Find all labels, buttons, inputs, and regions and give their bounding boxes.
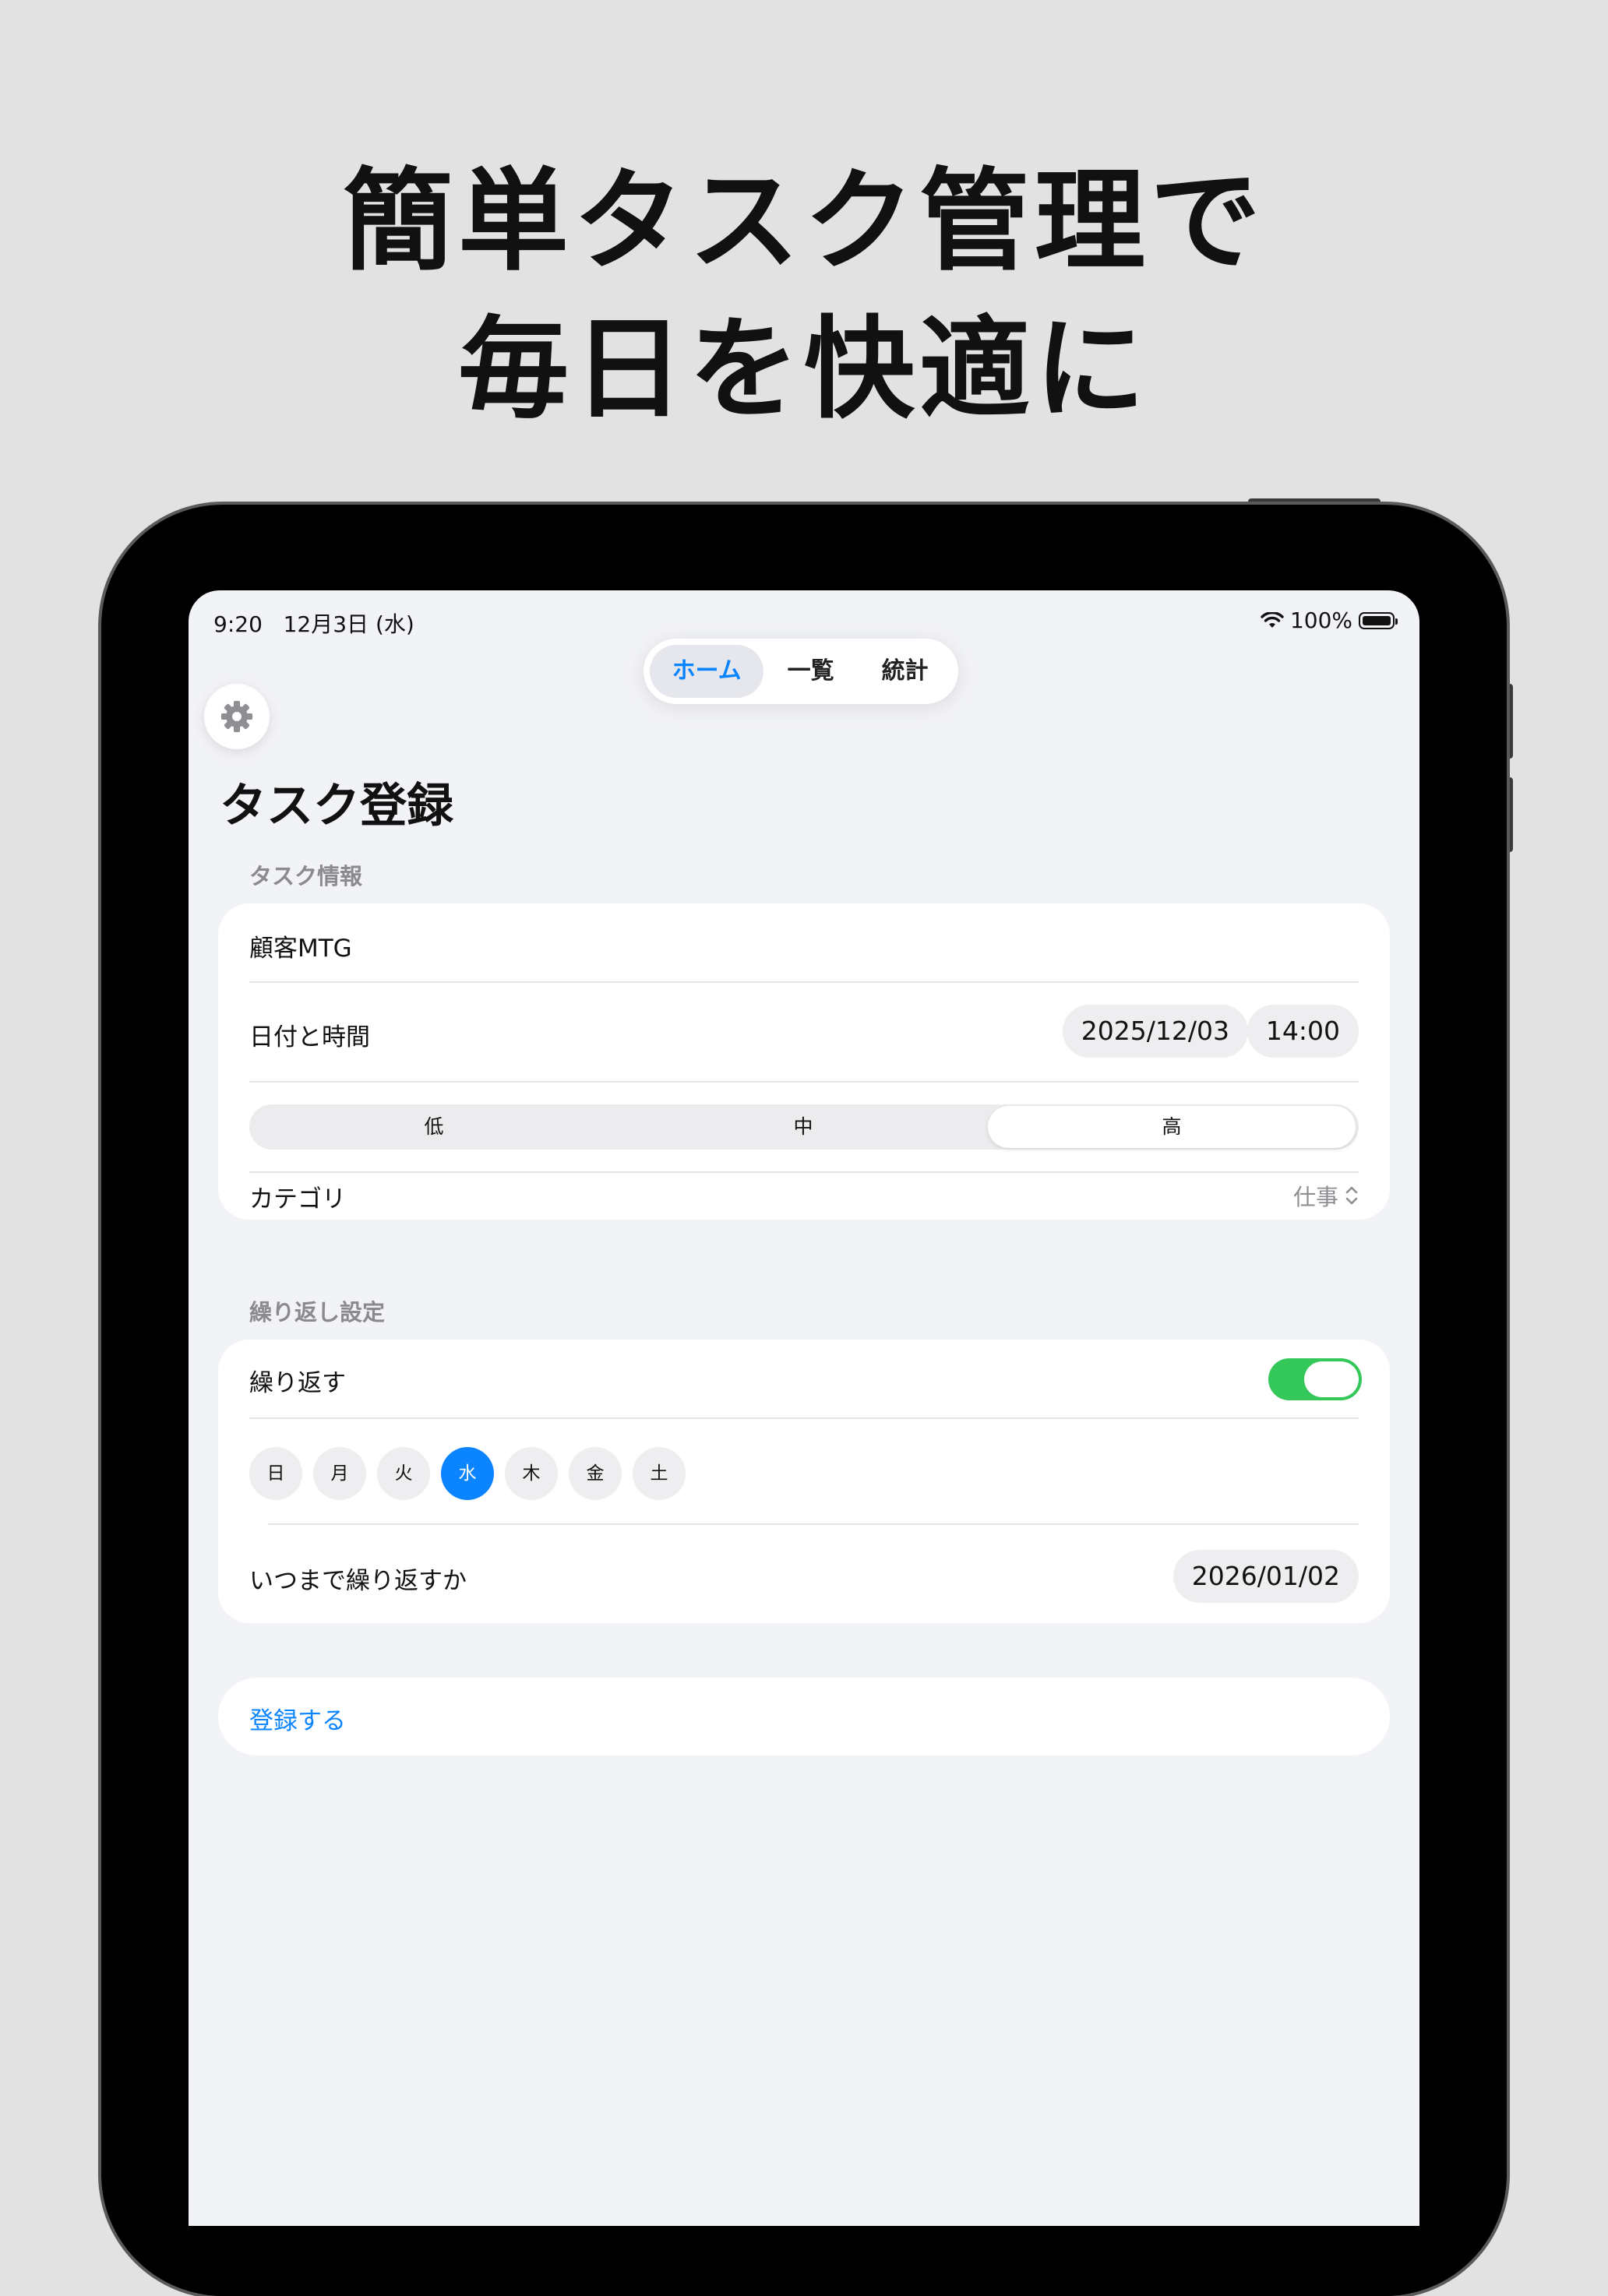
repeat-toggle[interactable]: [1268, 1358, 1362, 1400]
category-row[interactable]: カテゴリ 仕事: [249, 1179, 1359, 1218]
wifi-icon: [1261, 611, 1284, 628]
battery-icon: [1359, 611, 1398, 629]
headline-line-2: 毎日を快適に: [458, 305, 1150, 434]
priority-medium[interactable]: 中: [619, 1104, 988, 1150]
priority-segmented-control: 低 中 高: [249, 1104, 1359, 1150]
battery-percent: 100%: [1289, 607, 1352, 633]
task-title-field[interactable]: 顧客MTG: [249, 928, 352, 963]
section-label-repeat: 繰り返し設定: [249, 1299, 386, 1326]
device-volume-up-button: [1507, 684, 1513, 759]
repeat-until-label: いつまで繰り返すか: [249, 1567, 467, 1595]
device-volume-down-button: [1507, 777, 1513, 852]
weekday-sat[interactable]: 土: [633, 1447, 686, 1500]
task-title-row[interactable]: 顧客MTG: [249, 928, 1359, 963]
repeat-toggle-label: 繰り返す: [249, 1369, 346, 1397]
weekday-tue[interactable]: 火: [377, 1447, 430, 1500]
repeat-card: 繰り返す 日 月 火 水 木 金 土 いつまで繰り返すか 2026/01/02: [218, 1340, 1390, 1623]
weekday-mon[interactable]: 月: [313, 1447, 366, 1500]
priority-high[interactable]: 高: [988, 1106, 1356, 1148]
headline-line-1: 簡単タスク管理で: [343, 157, 1265, 286]
status-bar: 9:20 12月3日 (水) 100%: [213, 603, 1398, 637]
status-time: 9:20: [213, 611, 263, 637]
page-title: タスク登録: [220, 779, 453, 833]
device-top-button: [1248, 498, 1381, 505]
register-button-label: 登録する: [249, 1707, 346, 1735]
toggle-knob: [1304, 1361, 1359, 1397]
category-value: 仕事: [1292, 1184, 1338, 1210]
section-label-task-info: タスク情報: [249, 863, 363, 889]
category-label: カテゴリ: [249, 1185, 346, 1213]
repeat-until-row: いつまで繰り返すか 2026/01/02: [249, 1550, 1359, 1604]
divider: [249, 1081, 1359, 1083]
repeat-toggle-row: 繰り返す: [249, 1363, 1359, 1397]
date-picker[interactable]: 2025/12/03: [1062, 1005, 1248, 1058]
weekday-sun[interactable]: 日: [249, 1447, 302, 1500]
status-right: 100%: [1261, 607, 1398, 633]
app-screen: 9:20 12月3日 (水) 100% ホーム 一覧 統計 タスク登録 タスク情…: [189, 590, 1419, 2226]
tab-home[interactable]: ホーム: [650, 645, 764, 698]
status-date: 12月3日 (水): [283, 611, 414, 637]
settings-button[interactable]: [204, 684, 270, 749]
chevron-up-down-icon: [1345, 1186, 1358, 1205]
repeat-until-date-picker[interactable]: 2026/01/02: [1172, 1550, 1359, 1603]
divider: [249, 1171, 1359, 1173]
datetime-row: 日付と時間 2025/12/03 14:00: [249, 1005, 1359, 1059]
priority-low[interactable]: 低: [249, 1104, 619, 1150]
register-button[interactable]: 登録する: [218, 1678, 1390, 1755]
category-picker[interactable]: 仕事: [1293, 1179, 1359, 1212]
divider: [249, 981, 1359, 983]
tab-list[interactable]: 一覧: [763, 645, 858, 698]
divider: [268, 1523, 1359, 1525]
time-picker[interactable]: 14:00: [1247, 1005, 1359, 1058]
weekday-wed[interactable]: 水: [441, 1447, 494, 1500]
datetime-label: 日付と時間: [249, 1023, 370, 1051]
gear-icon: [221, 701, 252, 732]
weekday-thu[interactable]: 木: [505, 1447, 558, 1500]
divider: [249, 1417, 1359, 1419]
task-info-card: 顧客MTG 日付と時間 2025/12/03 14:00 低 中 高 カテゴリ …: [218, 903, 1390, 1220]
weekday-fri[interactable]: 金: [569, 1447, 622, 1500]
tab-stats[interactable]: 統計: [858, 645, 952, 698]
status-time-date: 9:20 12月3日 (水): [213, 607, 414, 639]
top-tab-bar: ホーム 一覧 統計: [644, 639, 958, 704]
